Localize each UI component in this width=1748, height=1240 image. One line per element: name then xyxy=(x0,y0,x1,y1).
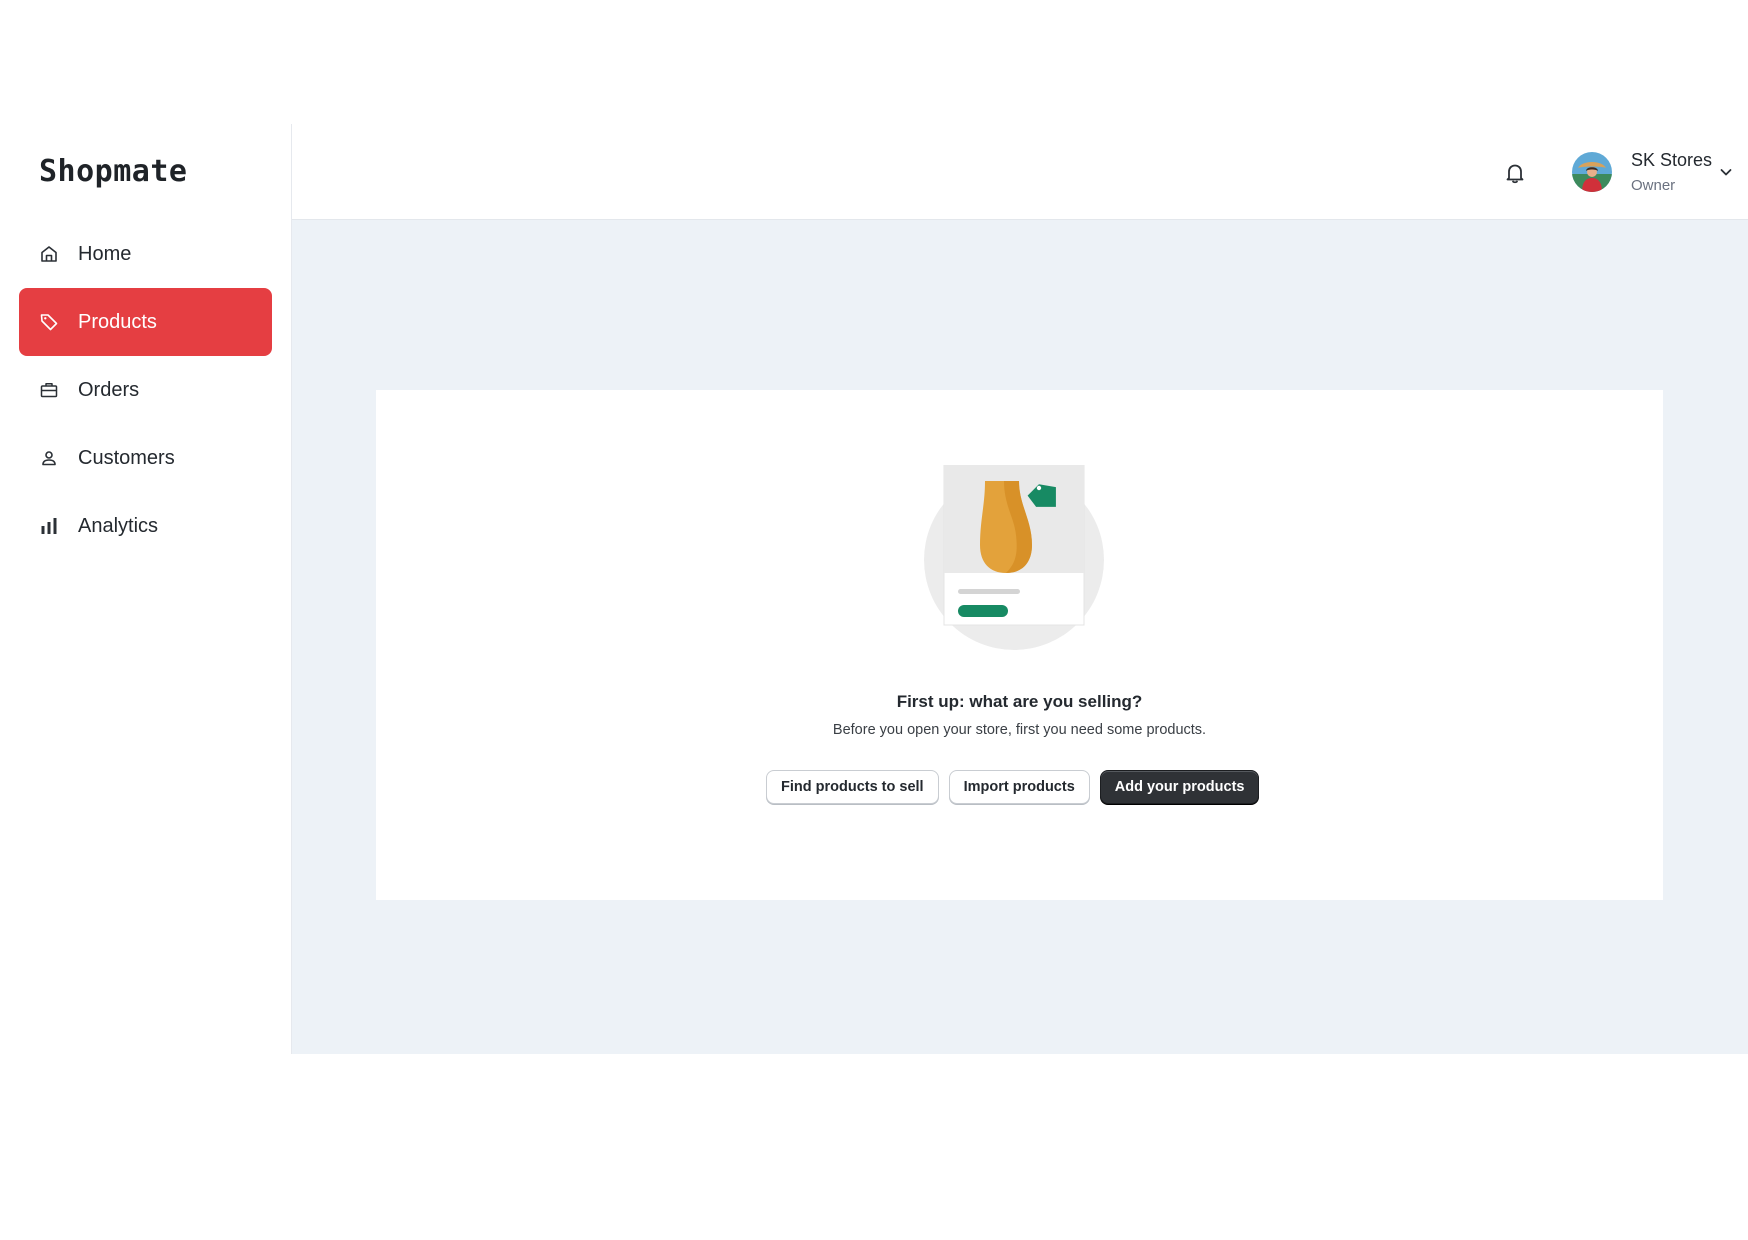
import-products-button[interactable]: Import products xyxy=(948,770,1090,804)
sidebar-item-label: Home xyxy=(78,242,132,265)
top-bar: SK Stores Owner xyxy=(292,124,1748,220)
empty-state-description: Before you open your store, first you ne… xyxy=(832,722,1207,738)
sidebar-item-customers[interactable]: Customers xyxy=(19,424,272,492)
home-icon xyxy=(38,243,60,265)
person-icon xyxy=(38,447,60,469)
user-name: SK Stores xyxy=(1631,150,1713,170)
product-illustration xyxy=(922,464,1106,651)
sidebar-item-analytics[interactable]: Analytics xyxy=(19,492,272,560)
bar-chart-icon xyxy=(38,515,60,537)
app-shell: Shopmate Home Products Orders Customers … xyxy=(0,124,1748,1054)
empty-state-card: First up: what are you selling? Before y… xyxy=(376,390,1663,900)
main-content: SK Stores Owner First up: what are you s… xyxy=(292,124,1748,1054)
find-products-button[interactable]: Find products to sell xyxy=(766,770,939,804)
empty-state-actions: Find products to sell Import products Ad… xyxy=(766,770,1260,804)
bell-icon[interactable] xyxy=(1502,160,1528,186)
sidebar-item-label: Customers xyxy=(78,446,175,469)
sidebar-nav: Home Products Orders Customers Analytics xyxy=(19,243,272,560)
sidebar-item-label: Products xyxy=(78,310,157,333)
add-products-button[interactable]: Add your products xyxy=(1099,770,1260,804)
empty-state-title: First up: what are you selling? xyxy=(896,692,1143,711)
app-logo: Shopmate xyxy=(39,154,188,189)
sidebar-item-label: Analytics xyxy=(78,514,159,537)
avatar[interactable] xyxy=(1572,152,1612,192)
sidebar-item-orders[interactable]: Orders xyxy=(19,356,272,424)
tag-icon xyxy=(38,311,60,333)
sidebar: Shopmate Home Products Orders Customers … xyxy=(0,124,292,1054)
user-role: Owner xyxy=(1631,177,1676,194)
sidebar-item-products[interactable]: Products xyxy=(19,288,272,356)
briefcase-icon xyxy=(38,379,60,401)
sidebar-item-label: Orders xyxy=(78,378,140,401)
chevron-down-icon[interactable] xyxy=(1718,164,1734,180)
